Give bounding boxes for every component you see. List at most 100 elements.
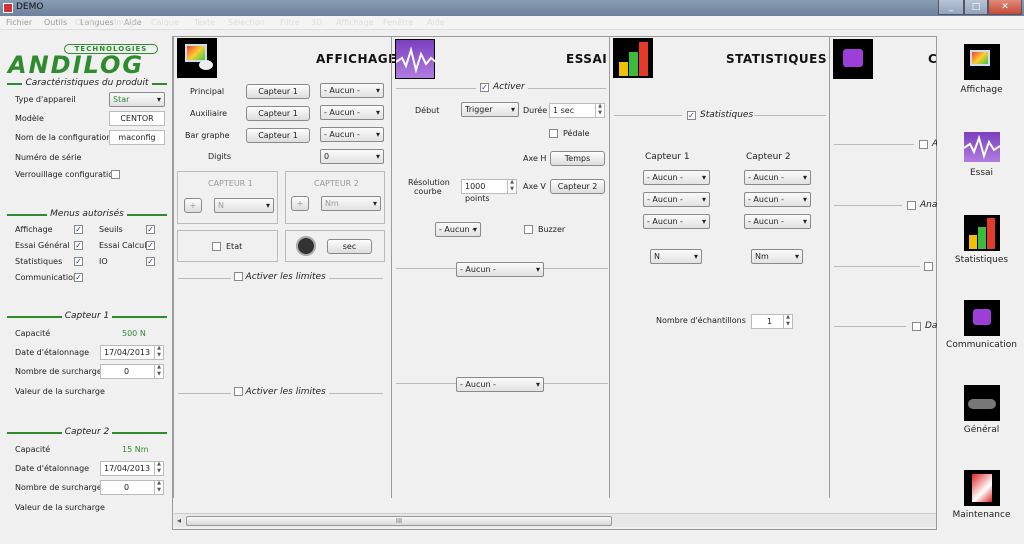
communication-panel: C A Ana Da <box>829 36 937 498</box>
stats-c1-select-1[interactable]: - Aucun - <box>643 170 710 185</box>
maximize-button[interactable]: □ <box>964 0 988 15</box>
stats-c1-select-3[interactable]: - Aucun - <box>643 214 710 229</box>
p5-checkbox-1[interactable] <box>919 140 928 149</box>
type-select[interactable]: Star <box>109 92 165 107</box>
stats-c2-select-3[interactable]: - Aucun - <box>744 214 811 229</box>
menu-fichier[interactable]: Fichier <box>6 18 32 27</box>
sidebar-affichage[interactable]: Affichage <box>939 44 1024 100</box>
minimize-button[interactable]: _ <box>938 0 964 15</box>
spin-arrows-icon[interactable]: ▲ ▼ <box>154 461 163 476</box>
produit-title: Caractéristiques du produit <box>22 78 152 88</box>
capteur2-plus-button[interactable]: + <box>291 196 309 211</box>
activer-checkbox[interactable]: ✓ <box>480 83 489 92</box>
bargraphe-select[interactable]: - Aucun - <box>320 127 384 142</box>
p5-checkbox-3[interactable] <box>924 262 933 271</box>
verrou-checkbox[interactable] <box>111 170 120 179</box>
essai-channel2-select[interactable]: - Aucun - <box>456 377 544 392</box>
menu-outils[interactable]: Outils <box>44 18 67 27</box>
c1-date-field[interactable]: 17/04/2013 ▲ ▼ <box>100 345 164 360</box>
p5-checkbox-4[interactable] <box>912 322 921 331</box>
debut-select[interactable]: Trigger <box>461 102 519 117</box>
capteur1-title: Capteur 1 <box>61 311 113 321</box>
stats-unit2-select[interactable]: Nm <box>751 249 803 264</box>
menu-calcul-checkbox[interactable]: ✓ <box>146 241 155 250</box>
resolution-field[interactable]: 1000 points ▲ ▼ <box>461 179 517 203</box>
close-button[interactable]: ✕ <box>988 0 1022 15</box>
c1-capacite-label: Capacité <box>15 329 51 338</box>
limites2-checkbox[interactable] <box>234 387 243 396</box>
capteur1-plus-button[interactable]: + <box>184 198 202 213</box>
communication-panel-icon <box>833 39 873 79</box>
menu-io-checkbox[interactable]: ✓ <box>146 257 155 266</box>
principal-select[interactable]: - Aucun - <box>320 83 384 98</box>
sidebar-maintenance[interactable]: Maintenance <box>939 470 1024 526</box>
sec-button[interactable]: sec <box>327 239 372 254</box>
limites1-checkbox[interactable] <box>234 272 243 281</box>
essai-channel1-select[interactable]: - Aucun - <box>456 262 544 277</box>
sidebar-statistiques-label: Statistiques <box>954 255 1009 265</box>
sidebar-general-label: Général <box>963 425 1000 435</box>
nb-echantillons-field[interactable]: 1 ▲ ▼ <box>751 314 793 329</box>
horizontal-scrollbar[interactable]: ◂ III <box>174 513 936 527</box>
faded-menu-calque: Calque <box>151 18 179 27</box>
menu-essai-checkbox[interactable]: ✓ <box>74 241 83 250</box>
auxiliaire-select[interactable]: - Aucun - <box>320 105 384 120</box>
scroll-thumb[interactable]: III <box>186 516 612 526</box>
essai-nav-icon <box>962 132 1001 162</box>
divider <box>834 144 914 145</box>
capteur1-unit-select[interactable]: N <box>214 198 274 213</box>
sidebar-statistiques[interactable]: Statistiques <box>939 215 1024 271</box>
faded-menu-texte: Texte <box>194 18 216 27</box>
auxiliaire-capteur-button[interactable]: Capteur 1 <box>246 106 310 121</box>
stats-c2-select-2[interactable]: - Aucun - <box>744 192 811 207</box>
sidebar-essai[interactable]: Essai <box>939 132 1024 188</box>
menu-comm-checkbox[interactable]: ✓ <box>74 273 83 282</box>
type-label: Type d'appareil <box>15 95 76 104</box>
window-title: DEMO <box>16 2 44 12</box>
capteur2-unit-select[interactable]: Nm <box>321 196 381 211</box>
spin-arrows-icon[interactable]: ▲ ▼ <box>595 103 604 118</box>
menu-seuils-checkbox[interactable]: ✓ <box>146 225 155 234</box>
c2-capacite-value: 15 Nm <box>122 445 149 454</box>
limites2-row: Activer les limites <box>231 387 329 397</box>
axev-button[interactable]: Capteur 2 <box>550 179 605 194</box>
spin-arrows-icon[interactable]: ▲ ▼ <box>154 364 163 379</box>
p5-checkbox-2[interactable] <box>907 201 916 210</box>
sidebar-general[interactable]: Général <box>939 385 1024 441</box>
buzzer-checkbox[interactable] <box>524 225 533 234</box>
principal-capteur-button[interactable]: Capteur 1 <box>246 84 310 99</box>
spin-arrows-icon[interactable]: ▲ ▼ <box>154 480 163 495</box>
stats-checkbox[interactable]: ✓ <box>687 111 696 120</box>
scroll-left-icon[interactable]: ◂ <box>177 516 181 525</box>
spin-arrows-icon[interactable]: ▲ ▼ <box>507 179 516 194</box>
sidebar-communication[interactable]: Communication <box>939 300 1024 356</box>
menu-stats-checkbox[interactable]: ✓ <box>74 257 83 266</box>
duree-field[interactable]: 1 sec ▲ ▼ <box>549 103 605 118</box>
faded-menu-aide: Aide <box>427 18 445 27</box>
divider <box>834 326 906 327</box>
menu-affichage-checkbox[interactable]: ✓ <box>74 225 83 234</box>
etat-checkbox[interactable] <box>212 242 221 251</box>
sidebar-maintenance-label: Maintenance <box>952 510 1011 520</box>
etat-group: Etat <box>177 230 278 262</box>
essai-title: ESSAI <box>566 52 608 66</box>
pedale-checkbox[interactable] <box>549 129 558 138</box>
stats-c1-select-2[interactable]: - Aucun - <box>643 192 710 207</box>
spin-arrows-icon[interactable]: ▲ ▼ <box>783 314 792 329</box>
stats-unit1-select[interactable]: N <box>650 249 702 264</box>
stats-c2-select-1[interactable]: - Aucun - <box>744 170 811 185</box>
c2-surch-field[interactable]: 0 ▲ ▼ <box>100 480 164 495</box>
modele-field[interactable]: CENTOR <box>109 111 165 126</box>
c2-date-field[interactable]: 17/04/2013 ▲ ▼ <box>100 461 164 476</box>
config-field[interactable]: maconfig <box>109 130 165 145</box>
axeh-button[interactable]: Temps <box>550 151 605 166</box>
digits-select[interactable]: 0 <box>320 149 384 164</box>
spin-arrows-icon[interactable]: ▲ ▼ <box>154 345 163 360</box>
essai-aucun-select[interactable]: - Aucun - <box>435 222 481 237</box>
limites1-label: Activer les limites <box>245 272 326 282</box>
essai-icon <box>395 39 437 79</box>
app-icon <box>3 3 13 13</box>
capteur2-title: Capteur 2 <box>61 427 113 437</box>
bargraphe-capteur-button[interactable]: Capteur 1 <box>246 128 310 143</box>
c1-surch-field[interactable]: 0 ▲ ▼ <box>100 364 164 379</box>
